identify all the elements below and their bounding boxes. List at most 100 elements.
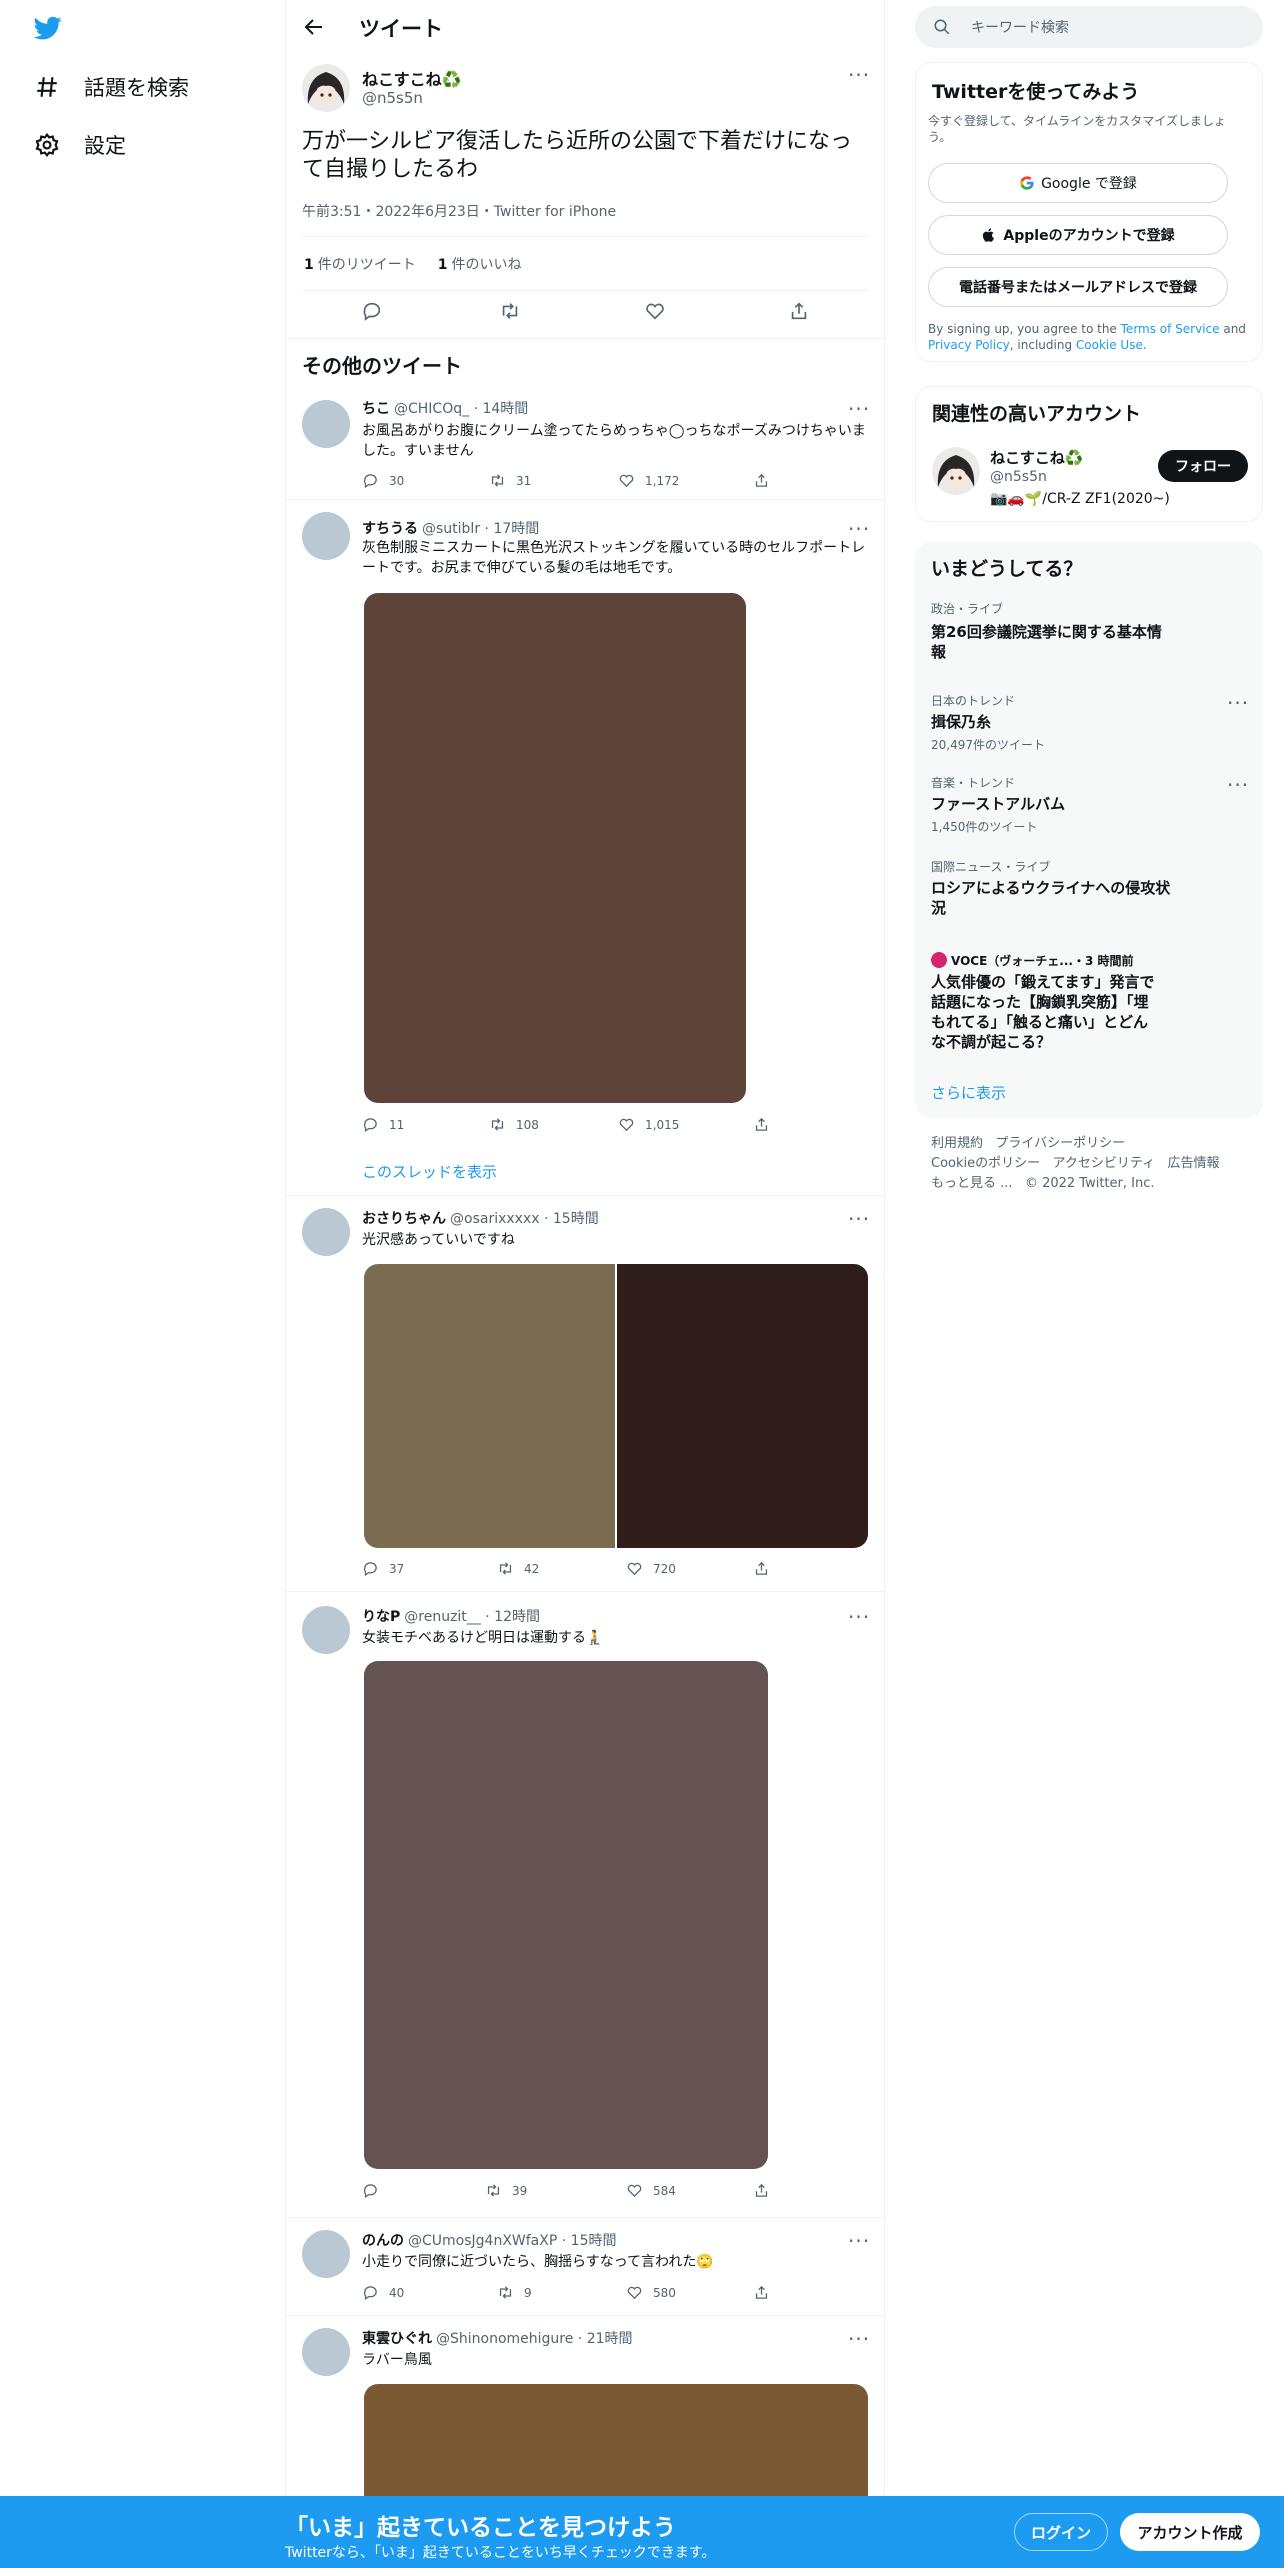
retweet-button[interactable]: 42 xyxy=(497,1560,539,1577)
like-button[interactable]: 1,172 xyxy=(618,472,679,489)
privacy-link[interactable]: Privacy Policy xyxy=(928,338,1010,352)
avatar[interactable] xyxy=(932,447,980,495)
reply-icon xyxy=(364,1118,377,1133)
footer-link[interactable]: もっと見る ... xyxy=(931,1176,1013,1191)
back-arrow-icon[interactable] xyxy=(302,15,326,39)
more-icon[interactable]: ··· xyxy=(1227,775,1249,795)
footer-link[interactable]: 広告情報 xyxy=(1168,1156,1220,1171)
avatar[interactable] xyxy=(302,400,350,448)
more-icon[interactable]: ··· xyxy=(848,2329,870,2349)
retweet-stat[interactable]: 1 件のリツイート xyxy=(304,254,416,274)
avatar[interactable] xyxy=(302,1606,350,1654)
tweet-text: お風呂あがりお腹にクリーム塗ってたらめっちゃ◯っちなポーズみつけちゃいました。す… xyxy=(362,423,866,459)
like-button[interactable]: 720 xyxy=(626,1560,676,1577)
like-button[interactable]: 580 xyxy=(626,2284,676,2301)
terms-text: By signing up, you agree to the Terms of… xyxy=(928,322,1246,352)
tweet[interactable]: ちこ @CHICOq_ · 14時間 ··· お風呂あがりお腹にクリーム塗ってたら… xyxy=(286,388,886,500)
tweet-header: りなP @renuzit__ · 12時間 xyxy=(362,1609,540,1625)
google-icon xyxy=(1020,176,1034,190)
retweet-icon[interactable] xyxy=(499,300,521,322)
share-button[interactable] xyxy=(753,472,770,489)
retweet-button[interactable]: 39 xyxy=(485,2182,527,2199)
cookie-link[interactable]: Cookie Use xyxy=(1076,338,1143,352)
tweet-image[interactable] xyxy=(364,1661,768,2169)
like-button[interactable]: 1,015 xyxy=(618,1116,679,1133)
retweet-button[interactable]: 108 xyxy=(489,1116,539,1133)
more-icon[interactable]: ··· xyxy=(848,65,870,85)
footer-link[interactable]: 利用規約 xyxy=(931,1136,983,1151)
share-button[interactable] xyxy=(753,1560,770,1577)
phone-email-signup-button[interactable]: 電話番号またはメールアドレスで登録 xyxy=(928,267,1228,307)
trend-title: ロシアによるウクライナへの侵攻状況 xyxy=(931,879,1171,917)
reply-button[interactable] xyxy=(362,2182,389,2199)
signup-button[interactable]: アカウント作成 xyxy=(1120,2513,1260,2551)
tweet-meta[interactable]: 午前3:51・2022年6月23日・Twitter for iPhone xyxy=(302,201,616,221)
footer-link[interactable]: Cookieのポリシー xyxy=(931,1156,1040,1171)
like-stat[interactable]: 1 件のいいね xyxy=(438,254,522,274)
page-title: ツイート xyxy=(359,17,443,41)
tweet-stats: 1 件のリツイート 1 件のいいね xyxy=(304,254,522,274)
reply-button[interactable]: 40 xyxy=(362,2284,404,2301)
retweet-button[interactable]: 9 xyxy=(497,2284,532,2301)
bottom-banner: 「いま」起きていることを見つけよう Twitterなら、「いま」起きていることを… xyxy=(0,2496,1284,2568)
reply-button[interactable]: 11 xyxy=(362,1116,404,1133)
tweet[interactable]: おさりちゃん @osarixxxxx · 15時間 ··· 光沢感あっていいですね… xyxy=(286,1196,886,1592)
like-icon xyxy=(619,1118,634,1132)
retweet-button[interactable]: 31 xyxy=(489,472,531,489)
avatar[interactable] xyxy=(302,2328,350,2376)
more-icon[interactable]: ··· xyxy=(848,1607,870,1627)
twitter-logo-icon[interactable] xyxy=(32,14,64,42)
reply-button[interactable]: 37 xyxy=(362,1560,404,1577)
card-title: Twitterを使ってみよう xyxy=(932,81,1140,103)
account-handle[interactable]: @n5s5n xyxy=(990,469,1047,485)
more-icon[interactable]: ··· xyxy=(848,2231,870,2251)
avatar[interactable] xyxy=(302,512,350,560)
like-button[interactable]: 584 xyxy=(626,2182,676,2199)
tweet-header: 東雲ひぐれ @Shinonomehigure · 21時間 xyxy=(362,2331,633,2347)
divider xyxy=(302,236,869,237)
terms-link[interactable]: Terms of Service xyxy=(1121,322,1220,336)
tweet[interactable]: すちうる @sutiblr · 17時間 ··· 灰色制服ミニスカートに黒色光沢ス… xyxy=(286,500,886,1196)
follow-button[interactable]: フォロー xyxy=(1158,450,1248,482)
tweet-image[interactable] xyxy=(364,593,746,1103)
avatar[interactable] xyxy=(302,1208,350,1256)
show-thread-link[interactable]: このスレッドを表示 xyxy=(362,1161,497,1182)
share-button[interactable] xyxy=(753,2182,770,2199)
share-button[interactable] xyxy=(753,2284,770,2301)
tweet[interactable]: りなP @renuzit__ · 12時間 ··· 女装モチベあるけど明日は運動す… xyxy=(286,1592,886,2218)
nav-item-explore[interactable]: 話題を検索 xyxy=(34,72,189,102)
login-button[interactable]: ログイン xyxy=(1014,2513,1108,2551)
nav-item-label: 設定 xyxy=(84,134,126,158)
avatar[interactable] xyxy=(302,64,350,112)
apple-signup-button[interactable]: Appleのアカウントで登録 xyxy=(928,215,1228,255)
nav-item-label: 話題を検索 xyxy=(84,76,189,100)
share-icon xyxy=(755,1561,768,1575)
tweet-text: 光沢感あっていいですね xyxy=(362,1232,515,1248)
avatar[interactable] xyxy=(302,2230,350,2278)
share-icon[interactable] xyxy=(788,300,810,322)
trend-category: 日本のトレンド xyxy=(931,694,1016,708)
footer-link[interactable]: プライバシーポリシー xyxy=(995,1136,1125,1151)
more-icon[interactable]: ··· xyxy=(1227,693,1249,713)
tweet-image[interactable] xyxy=(617,1264,868,1548)
author-handle[interactable]: @n5s5n xyxy=(362,89,423,107)
like-icon[interactable] xyxy=(644,300,666,322)
tweet-image[interactable] xyxy=(364,1264,615,1548)
more-icon[interactable]: ··· xyxy=(848,1209,870,1229)
reply-icon[interactable] xyxy=(361,300,383,322)
search-input[interactable]: キーワード検索 xyxy=(915,6,1263,48)
tweet[interactable]: のんの @CUmosJg4nXWfaXP · 15時間 ··· 小走りで同僚に近づ… xyxy=(286,2218,886,2316)
footer-links: 利用規約 プライバシーポリシー Cookieのポリシー アクセシビリティ 広告情… xyxy=(931,1134,1220,1194)
footer-link[interactable]: アクセシビリティ xyxy=(1053,1156,1156,1171)
show-more-link[interactable]: さらに表示 xyxy=(931,1082,1006,1103)
share-button[interactable] xyxy=(753,1116,770,1133)
nav-item-settings[interactable]: 設定 xyxy=(34,130,126,160)
author-name[interactable]: ねこすこね♻️ xyxy=(362,66,462,90)
trend-count: 20,497件のツイート xyxy=(931,738,1045,752)
account-name[interactable]: ねこすこね♻️ xyxy=(990,447,1083,468)
more-icon[interactable]: ··· xyxy=(848,519,870,539)
reply-button[interactable]: 30 xyxy=(362,472,404,489)
google-signup-button[interactable]: Google で登録 xyxy=(928,163,1228,203)
more-icon[interactable]: ··· xyxy=(848,399,870,419)
trend-title: 揖保乃糸 xyxy=(931,713,992,731)
